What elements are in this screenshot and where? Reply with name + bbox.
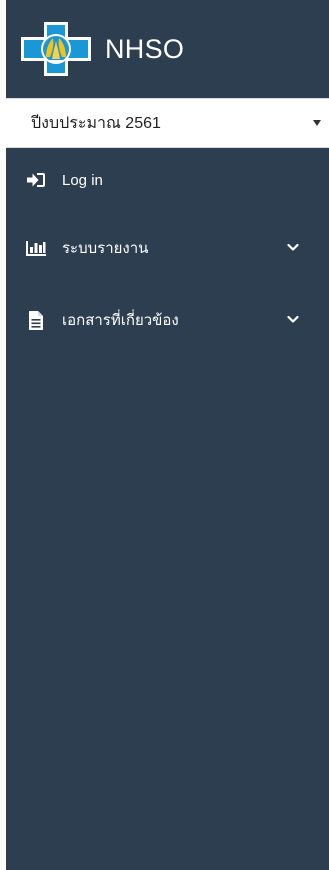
sidebar: NHSO ปีงบประมาณ 2561 Log in ระบบรายงาน เ… — [6, 0, 329, 870]
nhso-cross-logo-icon — [21, 22, 91, 76]
fiscal-year-select[interactable]: ปีงบประมาณ 2561 — [6, 98, 329, 148]
sidebar-item-documents[interactable]: เอกสารที่เกี่ยวข้อง — [6, 284, 329, 356]
fiscal-year-select-value: ปีงบประมาณ 2561 — [31, 114, 161, 132]
document-icon — [24, 308, 48, 332]
sign-in-icon — [24, 168, 48, 192]
chevron-down-icon[interactable] — [287, 315, 299, 325]
sidebar-item-login[interactable]: Log in — [6, 148, 329, 212]
sidebar-item-label: Log in — [62, 171, 103, 189]
brand-name: NHSO — [105, 33, 185, 64]
bar-chart-icon — [24, 236, 48, 260]
brand-header[interactable]: NHSO — [6, 0, 329, 98]
sidebar-item-label: ระบบรายงาน — [62, 240, 149, 257]
chevron-down-icon[interactable] — [287, 243, 299, 253]
sidebar-item-reports[interactable]: ระบบรายงาน — [6, 212, 329, 284]
sidebar-menu: Log in ระบบรายงาน เอกสารที่เกี่ยวข้อง — [6, 148, 329, 356]
sidebar-item-label: เอกสารที่เกี่ยวข้อง — [62, 312, 179, 329]
caret-down-icon[interactable] — [313, 120, 321, 126]
